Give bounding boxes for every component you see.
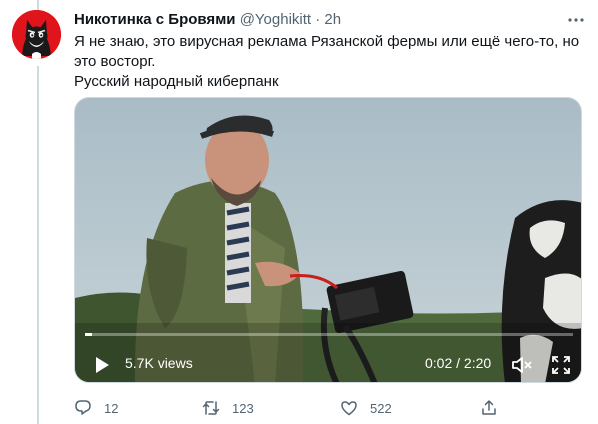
thread-line-bottom: [37, 66, 39, 424]
video-frame: [75, 98, 581, 382]
tweet-text-line: это восторг.: [74, 53, 156, 70]
view-count: 5.7K views: [125, 355, 193, 371]
video-progress-bar[interactable]: [85, 333, 573, 336]
avatar[interactable]: [12, 10, 61, 59]
play-icon[interactable]: [93, 356, 111, 374]
tweet-actions: 12 123 522: [74, 398, 496, 418]
like-button[interactable]: 522: [340, 398, 392, 418]
retweet-button[interactable]: 123: [202, 398, 254, 418]
thread-line-top: [37, 0, 39, 10]
tweet-time[interactable]: 2h: [324, 11, 341, 28]
video-player[interactable]: 5.7K views 0:02 / 2:20: [74, 97, 582, 383]
video-timestamp: 0:02 / 2:20: [425, 355, 492, 371]
tweet[interactable]: Никотинка с Бровями @Yoghikitt · 2h Я не…: [0, 0, 598, 424]
video-progress-fill: [85, 333, 93, 336]
cat-avatar-icon: [12, 10, 61, 59]
tweet-text: Я не знаю, это вирусная реклама Рязанско…: [74, 32, 584, 92]
share-icon: [482, 400, 496, 415]
tweet-text-line: Я не знаю, это вирусная реклама Рязанско…: [74, 33, 580, 50]
separator-dot: ·: [315, 11, 321, 28]
retweet-icon: [202, 401, 220, 415]
share-button[interactable]: [480, 398, 498, 418]
author-handle[interactable]: @Yoghikitt: [240, 11, 311, 28]
like-count: 522: [370, 400, 392, 416]
fullscreen-icon[interactable]: [551, 355, 571, 375]
more-options-icon[interactable]: [566, 13, 586, 27]
heart-icon: [341, 401, 357, 416]
reply-button[interactable]: 12: [74, 398, 118, 418]
reply-count: 12: [104, 400, 119, 416]
mute-icon[interactable]: [511, 355, 533, 375]
author-name[interactable]: Никотинка с Бровями: [74, 11, 236, 28]
tweet-header: Никотинка с Бровями @Yoghikitt · 2h: [74, 11, 341, 31]
retweet-count: 123: [232, 400, 254, 416]
reply-icon: [75, 400, 91, 415]
tweet-text-line: Русский народный киберпанк: [74, 73, 279, 90]
